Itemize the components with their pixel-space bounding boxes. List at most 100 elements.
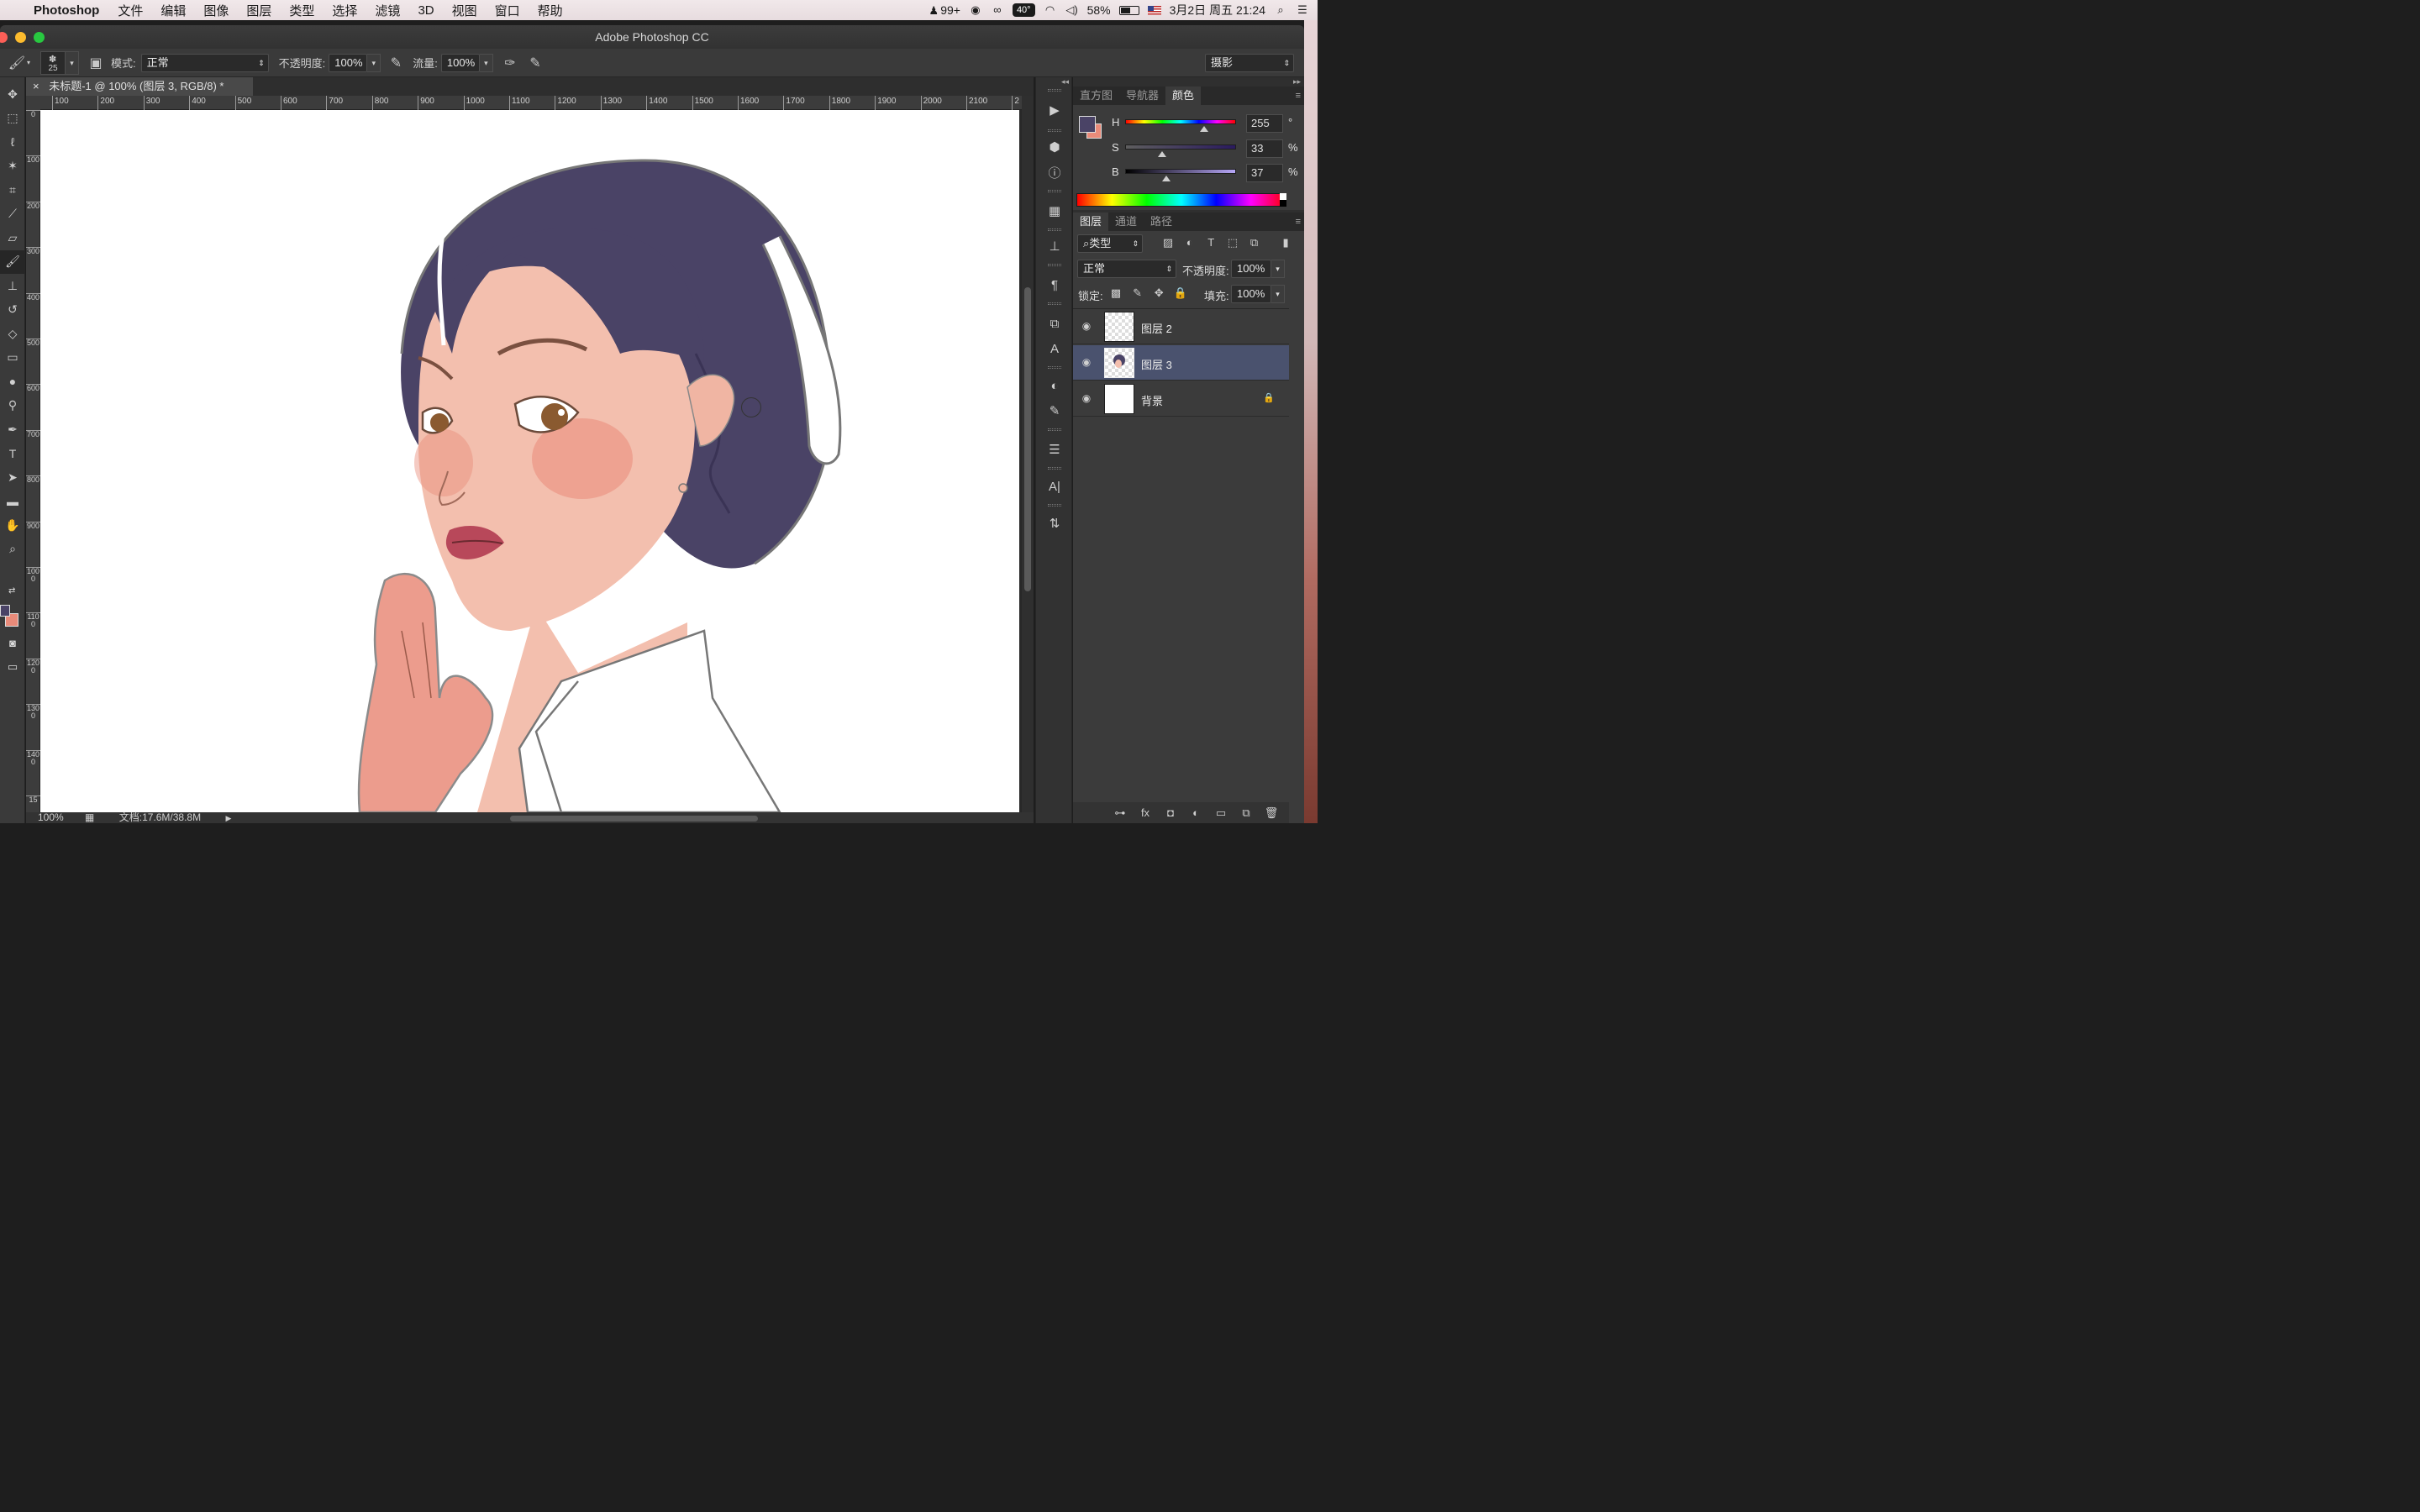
- workspace-select[interactable]: 摄影 ⇕: [1205, 54, 1294, 72]
- menu-filter[interactable]: 滤镜: [375, 2, 400, 19]
- layer-row[interactable]: ◉ 背景 🔒: [1073, 381, 1289, 417]
- visibility-eye-icon[interactable]: ◉: [1080, 392, 1093, 406]
- hue-slider-thumb[interactable]: [1200, 126, 1208, 132]
- panel-grip[interactable]: [1048, 467, 1061, 470]
- record-icon[interactable]: ◉: [969, 4, 982, 16]
- hue-slider[interactable]: [1125, 119, 1236, 124]
- panel-grip[interactable]: [1048, 228, 1061, 231]
- temperature-badge[interactable]: 40°: [1012, 3, 1035, 17]
- battery-percent[interactable]: 58%: [1087, 3, 1111, 17]
- menubar-clock[interactable]: 3月2日 周五 21:24: [1170, 2, 1265, 18]
- panel-grip[interactable]: [1048, 428, 1061, 431]
- filter-type-icon[interactable]: T: [1202, 236, 1220, 249]
- filter-adjustment-icon[interactable]: ◐: [1181, 236, 1199, 249]
- document-canvas[interactable]: [40, 110, 1019, 812]
- fill-input[interactable]: 100%: [1231, 285, 1271, 303]
- layer-opacity-dropdown[interactable]: ▾: [1271, 260, 1285, 278]
- brush-tool-icon[interactable]: 🖌: [0, 249, 25, 274]
- volume-icon[interactable]: ◁): [1065, 4, 1079, 16]
- notification-center-icon[interactable]: ☰: [1296, 4, 1309, 16]
- type-tool-icon[interactable]: T: [0, 442, 25, 466]
- menu-select[interactable]: 选择: [332, 2, 357, 19]
- tab-paths[interactable]: 路径: [1144, 213, 1179, 231]
- collapse-panels-icon[interactable]: ◂◂: [1061, 77, 1069, 87]
- brush-size-picker[interactable]: ✽ 25: [40, 50, 66, 75]
- crop-tool-icon[interactable]: ⌗: [0, 178, 25, 202]
- zoom-tool-icon[interactable]: ⌕: [0, 538, 25, 562]
- wifi-icon[interactable]: ◠: [1044, 4, 1057, 16]
- lock-all-icon[interactable]: 🔒: [1171, 286, 1190, 300]
- vertical-scroll-thumb[interactable]: [1024, 287, 1031, 591]
- adjustments-icon[interactable]: ◐: [1036, 375, 1073, 396]
- move-tool-icon[interactable]: ✥: [0, 82, 25, 107]
- lock-transparent-icon[interactable]: ▩: [1107, 286, 1125, 300]
- properties-sliders-icon[interactable]: ☰: [1036, 438, 1073, 460]
- filter-shape-icon[interactable]: ⬚: [1223, 236, 1242, 249]
- opacity-dropdown[interactable]: ▾: [367, 53, 381, 72]
- panel-grip[interactable]: [1048, 89, 1061, 92]
- foreground-color-swatch[interactable]: [0, 605, 10, 617]
- clone-source-icon[interactable]: ⧉: [1036, 312, 1073, 334]
- pressure-opacity-icon[interactable]: ✎: [386, 53, 406, 73]
- menu-image[interactable]: 图像: [203, 2, 229, 19]
- lock-position-icon[interactable]: ✥: [1150, 286, 1168, 300]
- dodge-tool-icon[interactable]: ⚲: [0, 394, 25, 418]
- add-mask-icon[interactable]: ◘: [1161, 806, 1180, 819]
- link-layers-icon[interactable]: ⊶: [1111, 806, 1129, 820]
- saturation-input[interactable]: 33: [1246, 139, 1283, 158]
- panel-grip[interactable]: [1048, 366, 1061, 369]
- eyedropper-tool-icon[interactable]: ⟋: [0, 202, 25, 227]
- brightness-input[interactable]: 37: [1246, 164, 1283, 182]
- clone-stamp-tool-icon[interactable]: ⊥: [0, 274, 25, 298]
- eraser-tool-icon[interactable]: ◇: [0, 322, 25, 346]
- visibility-eye-icon[interactable]: ◉: [1080, 320, 1093, 333]
- actions-play-icon[interactable]: ▶: [1036, 99, 1073, 121]
- saturation-slider[interactable]: [1125, 144, 1236, 150]
- document-tab[interactable]: × 未标题-1 @ 100% (图层 3, RGB/8) *: [26, 77, 253, 96]
- hand-tool-icon[interactable]: ✋: [0, 513, 25, 538]
- fill-dropdown[interactable]: ▾: [1271, 285, 1285, 303]
- blur-tool-icon[interactable]: ●: [0, 370, 25, 394]
- 3d-panel-icon[interactable]: ⬢: [1036, 136, 1073, 158]
- menu-help[interactable]: 帮助: [538, 2, 563, 19]
- tab-histogram[interactable]: 直方图: [1073, 87, 1119, 105]
- info-icon[interactable]: ⓘ: [1036, 161, 1073, 183]
- new-layer-icon[interactable]: ⧉: [1237, 806, 1255, 820]
- layer-row[interactable]: ◉ 图层 3: [1073, 345, 1289, 381]
- horizontal-ruler[interactable]: 100 200 300 400 500 600 700 800 900 1000 1100 1200 1…: [40, 96, 1022, 110]
- panel-grip[interactable]: [1048, 129, 1061, 132]
- input-source-flag-icon[interactable]: [1147, 5, 1161, 15]
- rectangle-tool-icon[interactable]: ▬: [0, 490, 25, 514]
- zoom-window-button[interactable]: [34, 32, 45, 43]
- black-swatch[interactable]: [1280, 200, 1286, 207]
- paragraph-icon[interactable]: ¶: [1036, 274, 1073, 296]
- flow-input[interactable]: 100%: [440, 53, 480, 72]
- brush-presets-icon[interactable]: ✎: [1036, 400, 1073, 422]
- flow-dropdown[interactable]: ▾: [479, 53, 493, 72]
- new-adjustment-icon[interactable]: ◐: [1186, 806, 1205, 819]
- brush-size-dropdown[interactable]: ▾: [66, 50, 80, 75]
- panel-grip[interactable]: [1048, 504, 1061, 507]
- lasso-tool-icon[interactable]: ℓ: [0, 130, 25, 155]
- brightness-slider[interactable]: [1125, 169, 1236, 174]
- status-zoom[interactable]: 100%: [38, 811, 64, 823]
- lock-image-icon[interactable]: ✎: [1128, 286, 1147, 300]
- blend-mode-select[interactable]: 正常 ⇕: [1077, 260, 1176, 278]
- panel-menu-icon[interactable]: ≡: [1296, 87, 1301, 105]
- horizontal-scroll-thumb[interactable]: [510, 816, 758, 822]
- vertical-ruler[interactable]: 0 100 200 300 400 500 600 700 800 900 1000 1100 1200…: [26, 110, 40, 812]
- quick-mask-icon[interactable]: ◙: [0, 637, 25, 649]
- menu-type[interactable]: 类型: [289, 2, 314, 19]
- layer-row[interactable]: ◉ 图层 2: [1073, 309, 1289, 344]
- pen-tool-icon[interactable]: ✒: [0, 417, 25, 442]
- opacity-input[interactable]: 100%: [329, 53, 368, 72]
- menu-3d[interactable]: 3D: [418, 3, 434, 18]
- expand-panels-icon[interactable]: ▸▸: [1293, 77, 1301, 87]
- brush-preset-icon[interactable]: 🖌: [7, 53, 27, 73]
- menu-layer[interactable]: 图层: [246, 2, 271, 19]
- panel-grip[interactable]: [1048, 190, 1061, 192]
- character-styles-icon[interactable]: A: [1036, 338, 1073, 360]
- creative-cloud-icon[interactable]: ∞: [991, 4, 1004, 16]
- pressure-size-icon[interactable]: ✎: [525, 53, 545, 73]
- spotlight-search-icon[interactable]: ⌕: [1274, 4, 1287, 16]
